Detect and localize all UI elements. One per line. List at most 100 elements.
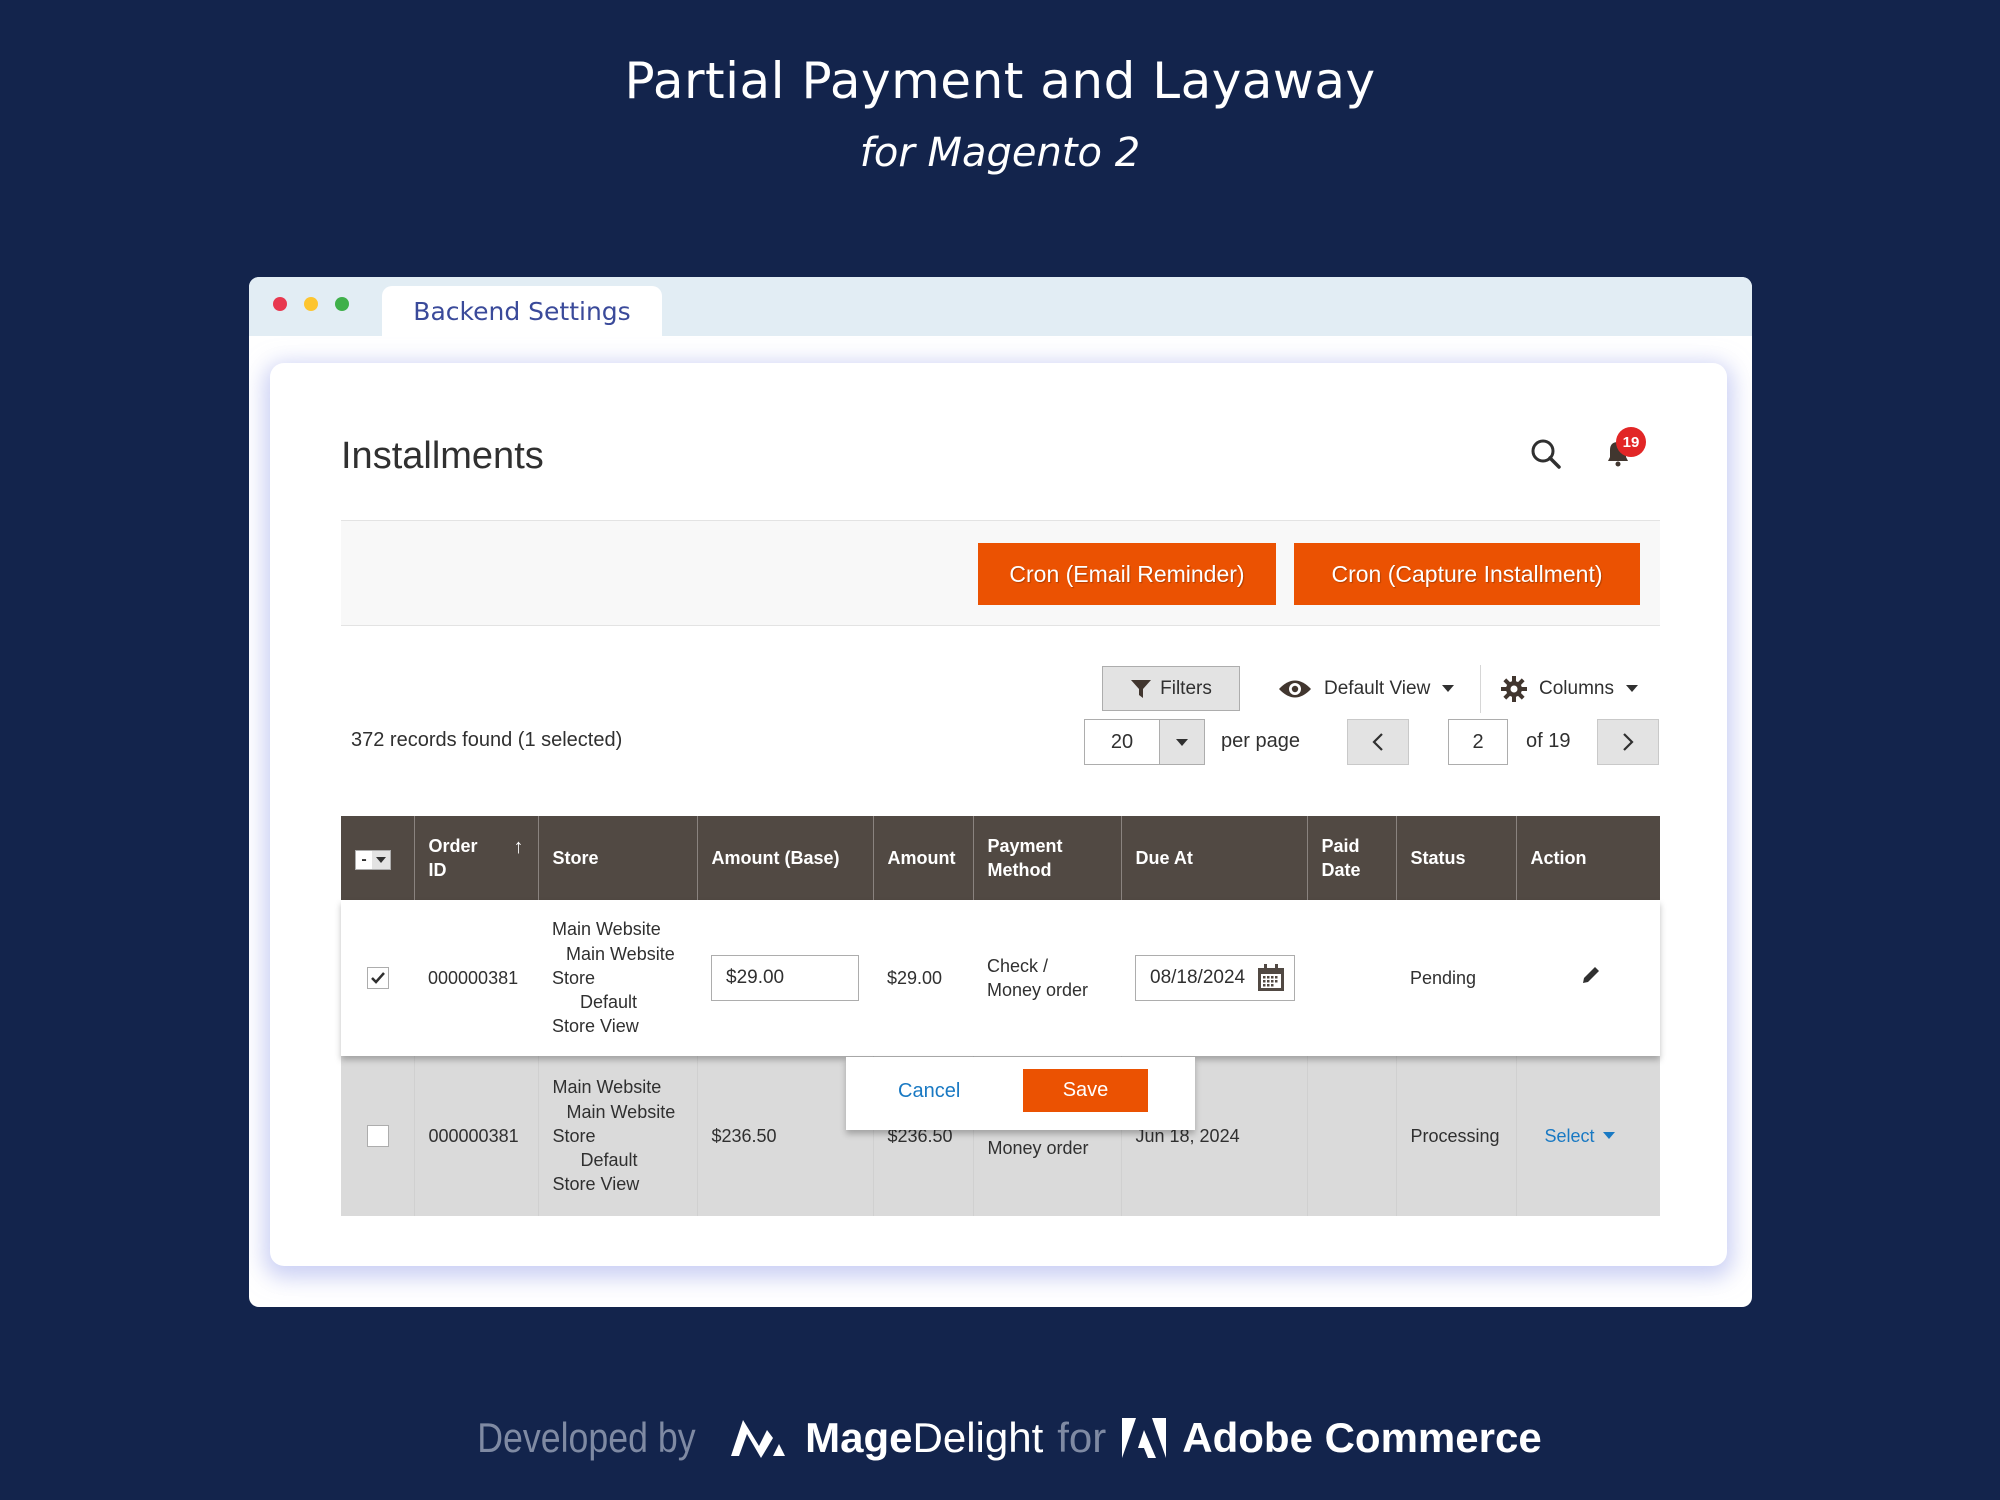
column-header-action: Action	[1515, 816, 1660, 900]
search-icon[interactable]	[1528, 436, 1564, 472]
store-line: Store View	[552, 1174, 640, 1195]
cron-capture-installment-button[interactable]: Cron (Capture Installment)	[1294, 543, 1640, 605]
mass-select-indicator: -	[361, 850, 367, 868]
due-at-value: 08/18/2024	[1150, 967, 1246, 989]
adobe-commerce-label: Adobe Commerce	[1182, 1414, 1542, 1461]
close-dot-icon[interactable]	[273, 297, 287, 311]
store-line: Store View	[552, 1016, 639, 1037]
current-page-input[interactable]: 2	[1448, 719, 1508, 765]
store-line: Default	[580, 1150, 638, 1171]
mass-select-column[interactable]: -	[341, 816, 414, 900]
row-select-cell	[341, 900, 414, 1056]
cell-status: Processing	[1395, 1056, 1516, 1216]
column-header-order-id[interactable]: ↑ Order ID	[413, 816, 538, 900]
cell-store: Main Website Main Website Store Default …	[538, 900, 697, 1056]
select-label: Select	[1544, 1125, 1595, 1146]
payment-method-line: Check /	[987, 955, 1049, 976]
column-label: ID	[428, 860, 447, 880]
cell-order-id: 000000381	[414, 900, 538, 1056]
filters-label: Filters	[1160, 677, 1212, 699]
calendar-icon[interactable]	[1256, 963, 1286, 993]
minimize-dot-icon[interactable]	[304, 297, 318, 311]
store-line: Main Website	[566, 943, 675, 964]
page-actions-bar: Cron (Email Reminder) Cron (Capture Inst…	[341, 520, 1660, 626]
cell-action: Select	[1515, 1056, 1660, 1216]
cell-payment-method: Check / Money order	[973, 900, 1121, 1056]
toolbar-divider	[1480, 665, 1481, 713]
hero-subtitle: for Magento 2	[859, 130, 1141, 176]
view-label: Default View	[1324, 677, 1431, 699]
columns-dropdown[interactable]: Columns	[1501, 666, 1638, 711]
tab-backend-settings[interactable]: Backend Settings	[382, 286, 662, 336]
previous-page-button[interactable]	[1347, 719, 1409, 765]
view-switcher[interactable]: Default View	[1278, 666, 1455, 711]
cell-status: Pending	[1396, 900, 1516, 1056]
per-page-dropdown-button[interactable]	[1159, 719, 1205, 765]
next-page-button[interactable]	[1597, 719, 1659, 765]
eye-icon	[1279, 680, 1311, 697]
columns-label: Columns	[1539, 677, 1614, 699]
total-pages-label: of 19	[1526, 730, 1571, 752]
chevron-down-icon	[1602, 1132, 1615, 1140]
magedelight-brand: MageDelight	[805, 1414, 1044, 1461]
cell-store: Main Website Main Website Store Default …	[537, 1056, 697, 1216]
pencil-edit-icon[interactable]	[1580, 964, 1602, 986]
cell-due-at: 08/18/2024	[1121, 900, 1307, 1056]
for-label: for	[1057, 1414, 1107, 1461]
cell-action	[1516, 900, 1660, 1056]
due-at-date-input[interactable]: 08/18/2024	[1135, 955, 1295, 1001]
page-title: Installments	[341, 435, 544, 477]
admin-content-card: Installments 19 Cron (Email Reminder) Cr…	[270, 363, 1727, 1266]
payment-method-line: Money order	[987, 980, 1089, 1000]
column-header-amount-base[interactable]: Amount (Base)	[696, 816, 873, 900]
hero-title: Partial Payment and Layaway	[624, 52, 1376, 110]
column-header-store[interactable]: Store	[537, 816, 697, 900]
column-label: Method	[987, 860, 1052, 880]
inline-editor-actions: Cancel Save	[846, 1057, 1195, 1130]
table-row-editing: 000000381 Main Website Main Website Stor…	[341, 900, 1660, 1056]
cell-paid-date	[1307, 900, 1396, 1056]
row-checkbox[interactable]	[367, 967, 389, 989]
chevron-down-icon	[1442, 685, 1455, 692]
column-header-due-at[interactable]: Due At	[1120, 816, 1307, 900]
records-found-count: 372 records found (1 selected)	[351, 729, 623, 751]
chevron-down-icon	[376, 856, 386, 863]
footer-credits: Developed by MageDelight for Adobe Comme…	[0, 1414, 2000, 1462]
store-line: Main Website	[566, 1101, 676, 1122]
mass-select-dropdown[interactable]: -	[355, 849, 391, 870]
column-label: Order	[428, 835, 478, 856]
row-action-select[interactable]: Select	[1545, 1124, 1615, 1148]
cell-amount-base: $29.00	[697, 900, 873, 1056]
maximize-dot-icon[interactable]	[335, 297, 349, 311]
gear-icon	[1501, 675, 1527, 702]
column-header-amount[interactable]: Amount	[872, 816, 973, 900]
chevron-down-icon	[1176, 738, 1188, 746]
column-header-paid-date[interactable]: Paid Date	[1306, 816, 1396, 900]
browser-window: Backend Settings Installments 19 Cron (E…	[249, 277, 1752, 1307]
column-label: Date	[1321, 860, 1361, 880]
installments-grid: - ↑ Order ID Store Amount (Base) Amount …	[341, 816, 1660, 1216]
cell-paid-date	[1306, 1056, 1396, 1216]
filters-button[interactable]: Filters	[1102, 666, 1240, 711]
column-header-status[interactable]: Status	[1395, 816, 1516, 900]
amount-base-input[interactable]: $29.00	[711, 955, 859, 1001]
store-line: Main Website	[552, 1077, 662, 1098]
notification-count-badge: 19	[1616, 427, 1646, 457]
chevron-right-icon	[1623, 733, 1634, 751]
chevron-down-icon	[1625, 685, 1638, 692]
column-label: Paid	[1321, 835, 1360, 856]
cell-amount: $29.00	[873, 900, 973, 1056]
store-line: Store	[552, 967, 596, 988]
payment-method-line: Money order	[987, 1138, 1089, 1158]
filter-funnel-icon	[1131, 679, 1152, 698]
cron-email-reminder-button[interactable]: Cron (Email Reminder)	[978, 543, 1276, 605]
row-checkbox[interactable]	[367, 1125, 389, 1147]
sort-ascending-icon: ↑	[513, 835, 524, 858]
cancel-button[interactable]: Cancel	[898, 1080, 960, 1103]
store-line: Store	[552, 1125, 596, 1146]
save-button[interactable]: Save	[1023, 1069, 1148, 1112]
per-page-select[interactable]: 20	[1084, 719, 1160, 765]
column-header-payment-method[interactable]: Payment Method	[972, 816, 1121, 900]
per-page-label: per page	[1221, 730, 1300, 752]
store-line: Main Website	[552, 919, 661, 940]
